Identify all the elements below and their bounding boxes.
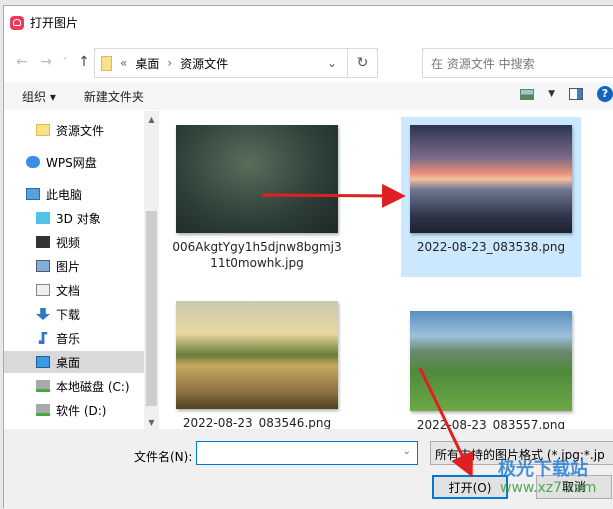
sidebar-item[interactable]: 本地磁盘 (C:): [4, 375, 144, 397]
breadcrumb-overflow[interactable]: «: [120, 56, 127, 70]
breadcrumb-desktop[interactable]: 桌面: [135, 55, 159, 72]
sidebar-item[interactable]: 软件 (D:): [4, 399, 144, 421]
document-icon: [36, 284, 50, 296]
watermark-logo: 极光下载站: [498, 459, 588, 480]
chevron-down-icon[interactable]: ⌄: [403, 446, 411, 457]
sidebar-item[interactable]: 文档: [4, 279, 144, 301]
thumbnail: [410, 125, 572, 233]
sidebar-item[interactable]: 视频: [4, 231, 144, 253]
sidebar-item[interactable]: 资源文件: [4, 119, 144, 141]
search-input[interactable]: 在 资源文件 中搜索: [422, 48, 613, 78]
sidebar-item[interactable]: 桌面: [4, 351, 144, 373]
sidebar-item-label: 本地磁盘 (C:): [56, 379, 130, 394]
sidebar-item-label: 此电脑: [46, 187, 83, 202]
up-button[interactable]: ↑: [72, 54, 96, 70]
breadcrumb-resources[interactable]: 资源文件: [180, 55, 228, 72]
view-dropdown-icon[interactable]: ▼: [548, 89, 555, 99]
new-folder-button[interactable]: 新建文件夹: [84, 88, 144, 105]
sidebar-item-label: 音乐: [56, 331, 81, 346]
thumbnail: [176, 301, 338, 409]
organize-button[interactable]: 组织 ▾: [22, 88, 56, 105]
file-item[interactable]: 2022-08-23_083538.png: [401, 117, 581, 277]
sidebar-item[interactable]: WPS网盘: [4, 151, 144, 173]
sidebar-item-label: 图片: [56, 259, 81, 274]
recent-locations-button[interactable]: ˅: [58, 57, 72, 68]
sidebar-item-label: 软件 (D:): [56, 403, 107, 418]
sidebar-item[interactable]: 图片: [4, 255, 144, 277]
video-icon: [36, 236, 50, 248]
window-title: 打开图片: [30, 16, 79, 30]
filename-label: 文件名(N):: [134, 450, 193, 464]
scrollbar-thumb[interactable]: [146, 211, 157, 406]
title-bar: 打开图片: [4, 6, 613, 39]
help-button[interactable]: ?: [597, 86, 613, 102]
drive-icon: [36, 380, 50, 392]
file-name: 2022-08-23_083538.png: [416, 240, 566, 254]
folder-icon: [101, 55, 112, 71]
sidebar-item-label: 文档: [56, 283, 81, 298]
file-item[interactable]: 006AkgtYgy1h5djnw8bgmj311t0mowhk.jpg: [167, 125, 347, 277]
sidebar-item-label: 资源文件: [56, 123, 105, 138]
cube-icon: [36, 212, 50, 224]
view-icon[interactable]: [520, 88, 535, 100]
forward-button[interactable]: →: [34, 54, 58, 70]
drive-icon: [36, 404, 50, 416]
toolbar: 组织 ▾ 新建文件夹 ▼ ?: [4, 82, 613, 110]
navigation-bar: ← → ˅ ↑ « 桌面 › 资源文件 ⌄ ↻ 在 资源文件 中搜索: [4, 42, 613, 82]
open-button[interactable]: 打开(O): [432, 475, 508, 499]
sidebar-item-label: WPS网盘: [46, 155, 97, 170]
picture-icon: [36, 260, 50, 272]
music-icon: [38, 332, 48, 344]
file-item[interactable]: 2022-08-23_083546.png: [167, 301, 347, 429]
sidebar-item[interactable]: 此电脑: [4, 183, 144, 205]
chevron-right-icon: ›: [167, 56, 173, 70]
file-name: 006AkgtYgy1h5djnw8bgmj311t0mowhk.jpg: [172, 240, 342, 270]
app-icon: [10, 15, 24, 30]
sidebar-item-label: 3D 对象: [56, 211, 101, 226]
sidebar-item[interactable]: 3D 对象: [4, 207, 144, 229]
sidebar-item-label: 桌面: [56, 355, 81, 370]
refresh-button[interactable]: ↻: [348, 48, 378, 78]
refresh-icon: ↻: [356, 55, 369, 71]
filename-input[interactable]: ⌄: [196, 441, 418, 465]
chevron-down-icon[interactable]: ⌄: [327, 56, 337, 70]
search-placeholder: 在 资源文件 中搜索: [431, 56, 535, 71]
download-icon: [36, 308, 50, 320]
thumbnail: [176, 125, 338, 233]
file-name: 2022-08-23_083546.png: [182, 416, 332, 429]
preview-pane-icon[interactable]: [569, 88, 583, 100]
sidebar-item[interactable]: 音乐: [4, 327, 144, 349]
sidebar-item[interactable]: 下载: [4, 303, 144, 325]
file-name: 2022-08-23_083557.png: [416, 418, 566, 429]
sidebar-item-label: 下载: [56, 307, 81, 322]
back-button[interactable]: ←: [10, 54, 34, 70]
address-bar[interactable]: « 桌面 › 资源文件 ⌄: [94, 48, 348, 78]
folder-icon: [36, 124, 50, 136]
sidebar-scrollbar[interactable]: ▲ ▼: [144, 111, 159, 429]
watermark-url: www.xz7.com: [500, 480, 597, 496]
file-item[interactable]: 2022-08-23_083557.png: [401, 311, 581, 429]
thumbnail: [410, 311, 572, 411]
computer-icon: [26, 188, 40, 200]
cloud-icon: [26, 156, 40, 168]
open-image-dialog: 打开图片 ← → ˅ ↑ « 桌面 › 资源文件 ⌄ ↻ 在 资源文件 中搜索 …: [3, 5, 613, 509]
file-grid: 006AkgtYgy1h5djnw8bgmj311t0mowhk.jpg 202…: [161, 111, 613, 429]
desktop-icon: [36, 356, 50, 368]
sidebar-item-label: 视频: [56, 235, 81, 250]
sidebar: 资源文件 WPS网盘此电脑 3D 对象视频图片文档下载音乐桌面本地磁盘 (C:) 软件…: [4, 111, 159, 429]
